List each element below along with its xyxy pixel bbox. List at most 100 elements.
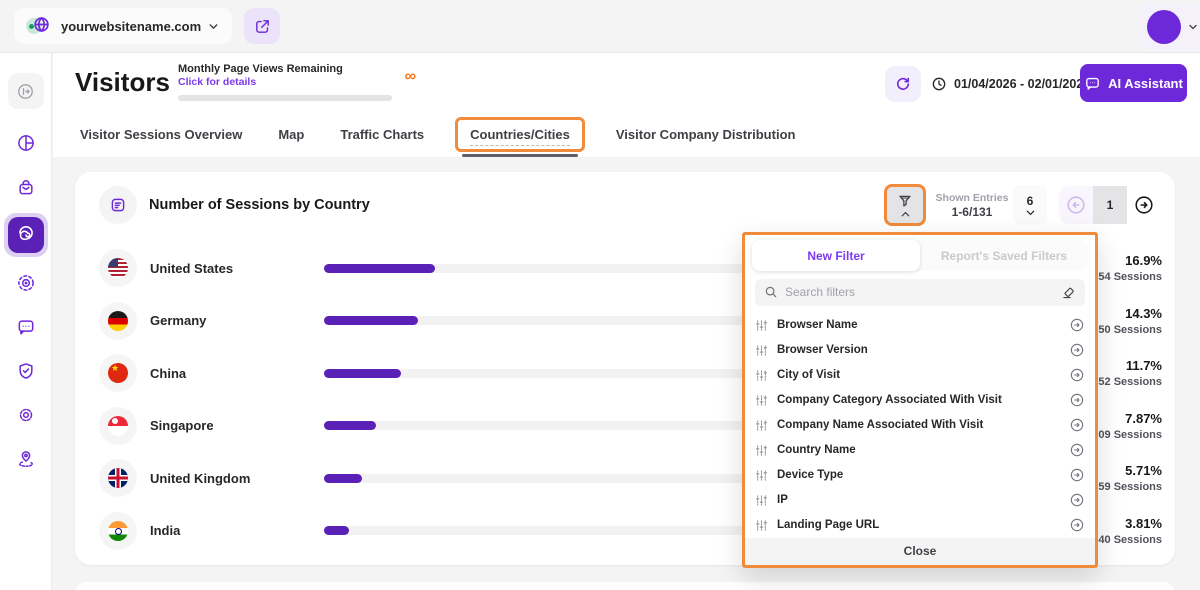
arrow-right-circle-icon[interactable] bbox=[1069, 342, 1085, 358]
refresh-icon bbox=[894, 75, 912, 93]
sessions-bar bbox=[324, 421, 376, 430]
arrow-right-circle-icon[interactable] bbox=[1069, 442, 1085, 458]
open-website-button[interactable] bbox=[244, 8, 280, 44]
sidebar-item-visitors-active[interactable] bbox=[4, 213, 48, 257]
quota-details-link[interactable]: Click for details bbox=[178, 76, 392, 88]
visitors-spiral-icon bbox=[16, 225, 36, 245]
website-selector[interactable]: yourwebsitename.com bbox=[14, 8, 232, 44]
arrow-right-circle-icon[interactable] bbox=[1069, 317, 1085, 333]
filter-item[interactable]: Company Name Associated With Visit bbox=[755, 413, 1085, 438]
collapse-arrow-icon bbox=[16, 82, 35, 101]
arrow-right-circle-icon[interactable] bbox=[1069, 367, 1085, 383]
row-values: 7.87% 09 Sessions bbox=[1098, 411, 1162, 441]
filter-item-label: Country Name bbox=[777, 444, 856, 456]
country-name: India bbox=[150, 523, 324, 538]
arrow-right-circle-icon[interactable] bbox=[1069, 392, 1085, 408]
country-flag-icon bbox=[99, 249, 137, 287]
filter-search-input[interactable] bbox=[785, 285, 1054, 299]
sliders-icon bbox=[755, 469, 768, 482]
country-name: Germany bbox=[150, 313, 324, 328]
tab-visitor-company-distribution[interactable]: Visitor Company Distribution bbox=[611, 117, 801, 152]
shown-entries-label: Shown Entries bbox=[935, 192, 1009, 204]
sidebar-item-communication[interactable] bbox=[8, 309, 44, 345]
sidebar-item-acquisition[interactable] bbox=[8, 169, 44, 205]
current-page[interactable]: 1 bbox=[1093, 186, 1127, 224]
sessions-percent: 5.71% bbox=[1098, 463, 1162, 478]
filter-item[interactable]: Browser Version bbox=[755, 338, 1085, 363]
account-menu[interactable] bbox=[1138, 4, 1200, 50]
prev-page-button[interactable] bbox=[1059, 186, 1093, 224]
sidebar-item-dashboard[interactable] bbox=[8, 125, 44, 161]
filter-item[interactable]: Country Name bbox=[755, 438, 1085, 463]
date-range-value: 01/04/2026 - 02/01/2026 bbox=[954, 77, 1090, 91]
filter-item[interactable]: Browser Name bbox=[755, 313, 1085, 338]
sliders-icon bbox=[755, 419, 768, 432]
filter-item-label: Landing Page URL bbox=[777, 519, 879, 531]
next-page-button[interactable] bbox=[1127, 186, 1161, 224]
website-name: yourwebsitename.com bbox=[61, 19, 207, 34]
filter-panel: New Filter Report's Saved Filters Browse… bbox=[742, 232, 1098, 568]
sessions-count: 40 Sessions bbox=[1098, 534, 1162, 546]
quota-progress-bar bbox=[178, 95, 392, 101]
chevron-down-icon[interactable] bbox=[207, 20, 220, 33]
sliders-icon bbox=[755, 494, 768, 507]
tab-countries-cities[interactable]: Countries/Cities bbox=[455, 117, 585, 152]
arrow-right-circle-icon[interactable] bbox=[1069, 492, 1085, 508]
external-link-icon bbox=[254, 18, 271, 35]
filter-item-label: Browser Name bbox=[777, 319, 858, 331]
filter-close-button[interactable]: Close bbox=[745, 538, 1095, 565]
row-values: 5.71% 59 Sessions bbox=[1098, 463, 1162, 493]
sessions-count: 59 Sessions bbox=[1098, 481, 1162, 493]
funnel-icon bbox=[897, 193, 913, 209]
sidebar-item-behavior[interactable] bbox=[8, 265, 44, 301]
sidebar-item-location[interactable] bbox=[8, 441, 44, 477]
page-header: Visitors Monthly Page Views Remaining Cl… bbox=[53, 53, 1200, 157]
filter-item[interactable]: IP bbox=[755, 488, 1085, 513]
report-note-icon bbox=[99, 186, 137, 224]
tab-map[interactable]: Map bbox=[273, 117, 309, 152]
quota-widget: Monthly Page Views Remaining Click for d… bbox=[178, 63, 392, 101]
tab-traffic-charts[interactable]: Traffic Charts bbox=[335, 117, 429, 152]
chevron-down-icon bbox=[1187, 21, 1199, 33]
ai-assistant-button[interactable]: AI Assistant bbox=[1080, 64, 1187, 102]
pie-chart-icon bbox=[16, 133, 36, 153]
filter-item[interactable]: Company Category Associated With Visit bbox=[755, 388, 1085, 413]
arrow-right-circle-icon[interactable] bbox=[1069, 517, 1085, 533]
filter-item[interactable]: Device Type bbox=[755, 463, 1085, 488]
sessions-count: 09 Sessions bbox=[1098, 429, 1162, 441]
page-size-select[interactable]: 6 bbox=[1013, 185, 1047, 225]
filter-item[interactable]: City of Visit bbox=[755, 363, 1085, 388]
arrow-right-circle-icon[interactable] bbox=[1069, 467, 1085, 483]
tab-saved-filters[interactable]: Report's Saved Filters bbox=[920, 240, 1088, 271]
country-name: Singapore bbox=[150, 418, 324, 433]
refresh-button[interactable] bbox=[885, 66, 921, 102]
ai-assistant-label: AI Assistant bbox=[1108, 76, 1183, 91]
chat-bubble-icon bbox=[16, 317, 36, 337]
tab-new-filter[interactable]: New Filter bbox=[752, 240, 920, 271]
filter-button[interactable] bbox=[884, 184, 926, 226]
sidebar-item-privacy[interactable] bbox=[8, 353, 44, 389]
country-flag-icon bbox=[99, 354, 137, 392]
eraser-icon[interactable] bbox=[1061, 285, 1076, 300]
filter-items: Browser Name Browser Version bbox=[745, 312, 1095, 538]
sessions-bar bbox=[324, 264, 435, 273]
row-values: 11.7% 52 Sessions bbox=[1098, 358, 1162, 388]
arrow-right-circle-icon[interactable] bbox=[1069, 417, 1085, 433]
sessions-count: 54 Sessions bbox=[1098, 271, 1162, 283]
sidebar-item-settings[interactable] bbox=[8, 397, 44, 433]
country-flag-icon bbox=[99, 302, 137, 340]
filter-item-label: Browser Version bbox=[777, 344, 868, 356]
row-values: 14.3% 50 Sessions bbox=[1098, 306, 1162, 336]
sessions-count: 52 Sessions bbox=[1098, 376, 1162, 388]
sessions-percent: 16.9% bbox=[1098, 253, 1162, 268]
sidebar-collapse-button[interactable] bbox=[8, 73, 44, 109]
chevron-up-icon bbox=[900, 210, 911, 218]
filter-item-label: Company Name Associated With Visit bbox=[777, 419, 983, 431]
filter-item-label: Device Type bbox=[777, 469, 843, 481]
sliders-icon bbox=[755, 519, 768, 532]
filter-item[interactable]: Landing Page URL bbox=[755, 513, 1085, 538]
tab-visitor-sessions-overview[interactable]: Visitor Sessions Overview bbox=[75, 117, 247, 152]
row-values: 3.81% 40 Sessions bbox=[1098, 516, 1162, 546]
filter-panel-tabs: New Filter Report's Saved Filters bbox=[752, 240, 1088, 271]
sliders-icon bbox=[755, 444, 768, 457]
